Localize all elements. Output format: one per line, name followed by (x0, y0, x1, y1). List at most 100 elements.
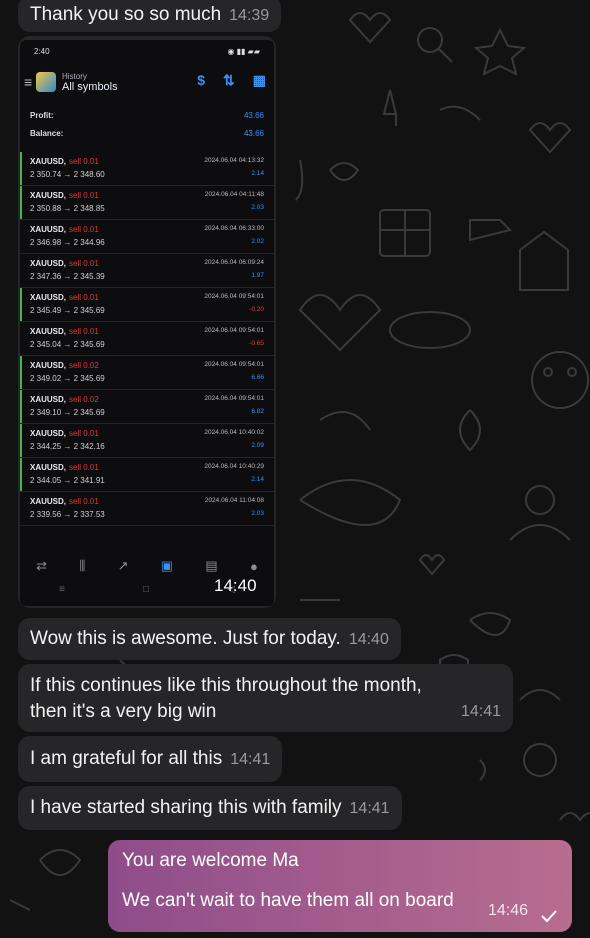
message-time: 14:40 (348, 631, 389, 648)
profit-label: Profit: (30, 110, 54, 120)
message-bubble[interactable]: If this continues like this throughout t… (18, 664, 513, 732)
trade-row[interactable]: XAUUSD, sell 0.02 2 349.10 → 2 345.69 2024.… (20, 390, 274, 424)
trade-side: sell 0.01 (69, 259, 99, 268)
outgoing-message-bubble[interactable]: You are welcome Ma We can't wait to have… (108, 840, 572, 932)
trade-profit: 2.03 (251, 204, 264, 211)
trade-symbol: XAUUSD, sell 0.01 (30, 157, 99, 166)
photo-time: 14:40 (214, 576, 257, 595)
trade-row[interactable]: XAUUSD, sell 0.01 2 346.98 → 2 344.96 2024.… (20, 220, 274, 254)
trade-symbol: XAUUSD, sell 0.01 (30, 463, 99, 472)
trade-tab-icon[interactable]: ↗ (118, 558, 129, 574)
trade-side: sell 0.01 (69, 463, 99, 472)
status-time: 2:40 (34, 46, 50, 56)
trade-side: sell 0.01 (69, 293, 99, 302)
calendar-icon[interactable]: ▦ (253, 72, 266, 89)
trade-prices: 2 350.88 → 2 348.85 (30, 204, 105, 213)
trade-date: 2024.06.04 04:11:48 (204, 191, 264, 198)
trade-profit: 2.09 (251, 442, 264, 449)
trade-row[interactable]: XAUUSD, sell 0.01 2 344.05 → 2 341.91 2024.… (20, 458, 274, 492)
app-logo-icon (36, 72, 56, 92)
message-text: I am grateful for all this (30, 748, 223, 769)
message-bubble[interactable]: Thank you so so much 14:39 (18, 0, 282, 32)
trade-date: 2024.06.04 10:40:02 (204, 429, 264, 436)
trade-row[interactable]: XAUUSD, sell 0.01 2 350.74 → 2 348.60 2024.… (20, 152, 274, 186)
trade-side: sell 0.02 (69, 395, 99, 404)
trade-symbol: XAUUSD, sell 0.02 (30, 361, 99, 370)
trade-prices: 2 349.02 → 2 345.69 (30, 374, 105, 383)
trade-prices: 2 345.49 → 2 345.69 (30, 306, 105, 315)
trade-row[interactable]: XAUUSD, sell 0.01 2 345.04 → 2 345.69 2024.… (20, 322, 274, 356)
recent-apps-icon[interactable]: ≡ (59, 584, 65, 595)
message-time: 14:46 (487, 902, 528, 919)
header-subtitle: History (62, 71, 87, 81)
app-header: ≡ History All symbols $ ⇅ ▦ (20, 62, 274, 102)
trade-prices: 2 349.10 → 2 345.69 (30, 408, 105, 417)
header-title: All symbols (62, 80, 118, 93)
trade-row[interactable]: XAUUSD, sell 0.01 2 339.56 → 2 337.53 2024.… (20, 492, 274, 526)
trade-list: XAUUSD, sell 0.01 2 350.74 → 2 348.60 2024.… (20, 152, 274, 526)
trade-date: 2024.06.04 09:54:01 (204, 395, 264, 402)
trade-prices: 2 347.36 → 2 345.39 (30, 272, 105, 281)
trade-profit: 2.14 (251, 476, 264, 483)
profit-row: Profit: 43.66 (30, 106, 264, 124)
chat-tab-icon[interactable]: ● (250, 559, 258, 574)
status-icons: ◉ ▮▮ ▰▰ (227, 46, 260, 56)
message-bubble[interactable]: I have started sharing this with family 1… (18, 786, 402, 830)
trade-date: 2024.06.04 09:54:01 (204, 361, 264, 368)
trade-profit: 2.14 (251, 170, 264, 177)
message-text: Wow this is awesome. Just for today. (30, 628, 341, 649)
trade-prices: 2 344.25 → 2 342.16 (30, 442, 105, 451)
trade-row[interactable]: XAUUSD, sell 0.01 2 347.36 → 2 345.39 2024.… (20, 254, 274, 288)
trade-symbol: XAUUSD, sell 0.01 (30, 497, 99, 506)
trade-side: sell 0.01 (69, 191, 99, 200)
trade-row[interactable]: XAUUSD, sell 0.01 2 350.88 → 2 348.85 2024.… (20, 186, 274, 220)
trade-symbol: XAUUSD, sell 0.01 (30, 191, 99, 200)
message-text: I have started sharing this with family (30, 797, 342, 818)
trade-date: 2024.06.04 09:54:01 (204, 293, 264, 300)
news-tab-icon[interactable]: ▤ (205, 558, 217, 574)
chart-tab-icon[interactable]: ⫼ (79, 558, 85, 574)
trade-profit: 6.66 (251, 374, 264, 381)
screenshot-image[interactable]: 2:40 ◉ ▮▮ ▰▰ ≡ History All symbols $ ⇅ ▦… (20, 40, 274, 606)
balance-row: Balance: 43.66 (30, 124, 264, 142)
trade-symbol: XAUUSD, sell 0.02 (30, 395, 99, 404)
phone-status-bar: 2:40 ◉ ▮▮ ▰▰ (20, 40, 274, 62)
trade-side: sell 0.01 (69, 497, 99, 506)
message-bubble[interactable]: I am grateful for all this 14:41 (18, 736, 283, 782)
message-text: If this continues like this throughout t… (30, 675, 422, 722)
trade-side: sell 0.02 (69, 361, 99, 370)
trade-symbol: XAUUSD, sell 0.01 (30, 225, 99, 234)
trade-prices: 2 339.56 → 2 337.53 (30, 510, 105, 519)
trade-symbol: XAUUSD, sell 0.01 (30, 259, 99, 268)
balance-label: Balance: (30, 128, 64, 138)
trade-prices: 2 350.74 → 2 348.60 (30, 170, 105, 179)
trade-date: 2024.06.04 11:04:08 (204, 497, 264, 504)
trade-profit: -0.20 (249, 306, 264, 313)
message-text-line1: You are welcome Ma (122, 850, 299, 871)
trade-side: sell 0.01 (69, 157, 99, 166)
trade-prices: 2 344.05 → 2 341.91 (30, 476, 105, 485)
sort-icon[interactable]: ⇅ (223, 72, 235, 89)
trade-symbol: XAUUSD, sell 0.01 (30, 327, 99, 336)
profit-value: 43.66 (243, 110, 264, 120)
trade-row[interactable]: XAUUSD, sell 0.01 2 344.25 → 2 342.16 2024.… (20, 424, 274, 458)
trade-row[interactable]: XAUUSD, sell 0.01 2 345.49 → 2 345.69 2024.… (20, 288, 274, 322)
trade-date: 2024.06.04 06:33:00 (204, 225, 264, 232)
menu-icon[interactable]: ≡ (24, 74, 34, 90)
message-time: 14:41 (230, 751, 271, 768)
trade-profit: 6.82 (251, 408, 264, 415)
trade-profit: 1.97 (251, 272, 264, 279)
message-time: 14:41 (460, 703, 501, 720)
trade-prices: 2 345.04 → 2 345.69 (30, 340, 105, 349)
quotes-tab-icon[interactable]: ⇄ (36, 558, 47, 574)
trade-row[interactable]: XAUUSD, sell 0.02 2 349.02 → 2 345.69 2024.… (20, 356, 274, 390)
message-bubble[interactable]: Wow this is awesome. Just for today. 14:4… (18, 618, 401, 660)
message-text: Thank you so so much (30, 4, 222, 25)
trade-symbol: XAUUSD, sell 0.01 (30, 293, 99, 302)
trade-profit: 2.02 (251, 238, 264, 245)
trade-prices: 2 346.98 → 2 344.96 (30, 238, 105, 247)
home-icon[interactable]: □ (143, 584, 149, 595)
currency-icon[interactable]: $ (197, 72, 205, 89)
history-tab-icon[interactable]: ▣ (161, 558, 173, 574)
trade-side: sell 0.01 (69, 225, 99, 234)
